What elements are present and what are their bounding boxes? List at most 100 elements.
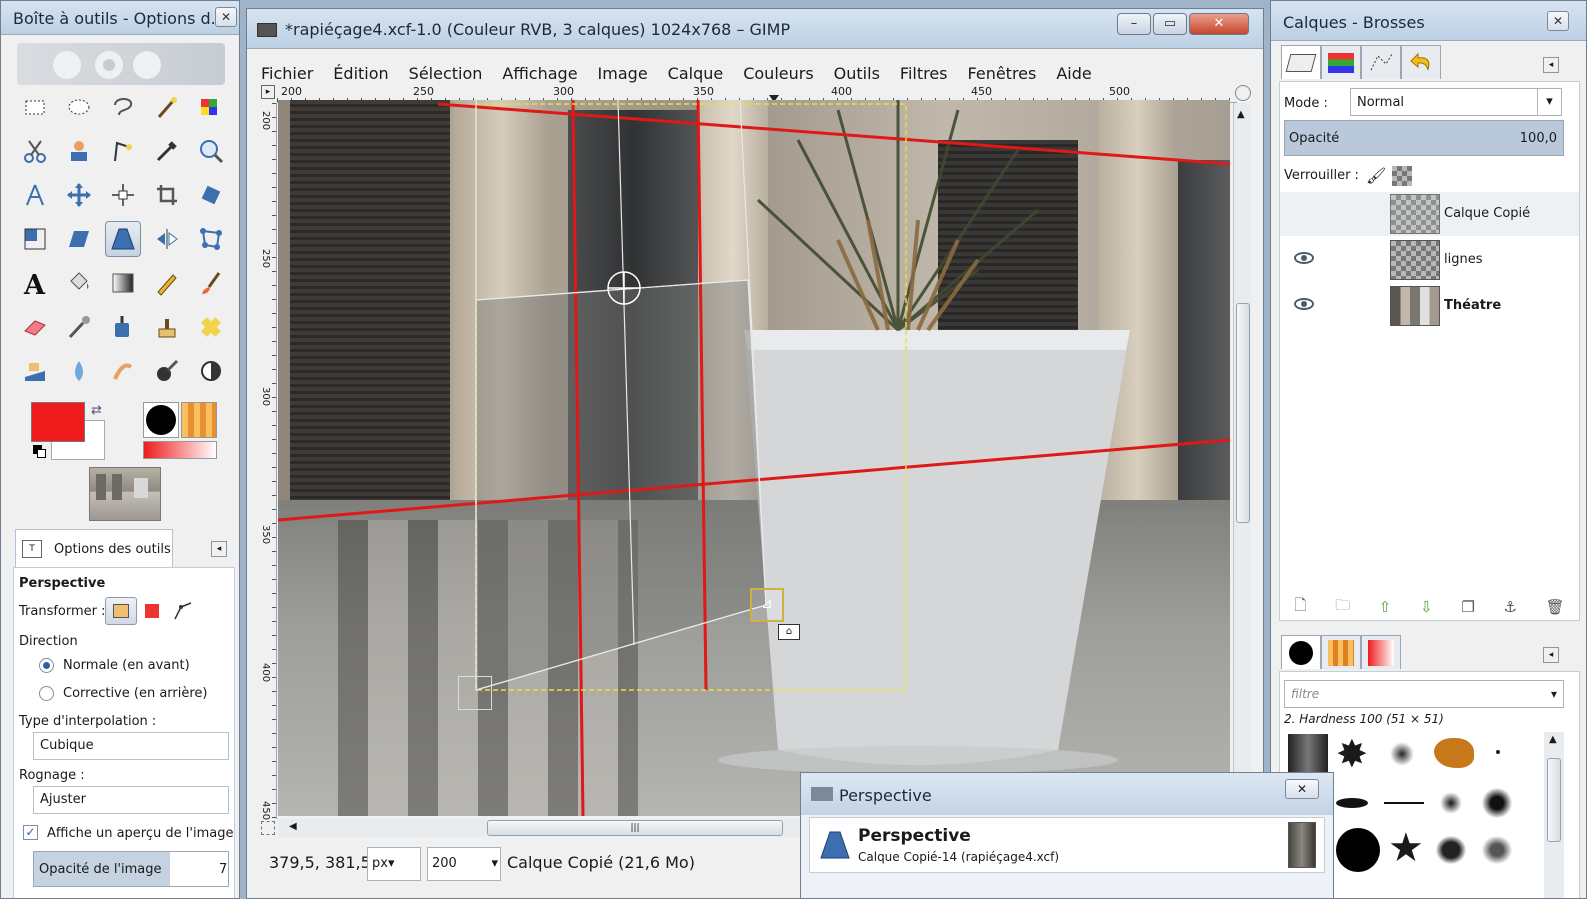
brush-scrollbar[interactable]: ▲	[1544, 732, 1564, 898]
transform-selection-button[interactable]	[141, 601, 163, 621]
foreground-color-swatch[interactable]	[31, 402, 85, 442]
color-select-icon[interactable]	[193, 89, 229, 125]
brush-item[interactable]	[1436, 836, 1466, 864]
dock-titlebar[interactable]: Calques - Brosses ✕	[1271, 1, 1586, 41]
tool-options-tab[interactable]: T Options des outils	[15, 529, 173, 567]
bucket-fill-icon[interactable]	[61, 265, 97, 301]
menu-couleurs[interactable]: Couleurs	[733, 57, 823, 87]
navigate-corner-icon[interactable]	[1235, 85, 1251, 101]
layer-row[interactable]: Calque Copié	[1280, 192, 1579, 236]
image-canvas[interactable]: ⊿ ⌂	[278, 100, 1230, 816]
transform-layer-button[interactable]	[105, 597, 137, 625]
crop-icon[interactable]	[149, 177, 185, 213]
brush-item[interactable]: ✸	[1336, 732, 1368, 776]
scroll-left-arrow[interactable]: ◀	[289, 821, 297, 832]
tab-channels[interactable]	[1321, 45, 1361, 79]
dock-close-button[interactable]: ✕	[1547, 11, 1569, 31]
perspective-clone-icon[interactable]	[17, 353, 53, 389]
brush-item[interactable]	[1336, 828, 1380, 872]
ink-icon[interactable]	[105, 309, 141, 345]
clone-icon[interactable]	[149, 309, 185, 345]
airbrush-icon[interactable]	[61, 309, 97, 345]
align-icon[interactable]	[105, 177, 141, 213]
menu-selection[interactable]: Sélection	[399, 57, 493, 87]
anchor-layer-icon[interactable]: ⚓	[1503, 598, 1516, 616]
flip-icon[interactable]	[149, 221, 185, 257]
tab-patterns[interactable]	[1321, 635, 1361, 669]
scale-icon[interactable]	[17, 221, 53, 257]
gradient-indicator[interactable]	[143, 441, 217, 459]
menu-fichier[interactable]: Fichier	[251, 57, 323, 87]
image-opacity-slider[interactable]: Opacité de l'image 70	[33, 851, 229, 887]
brush-item[interactable]: ★	[1388, 822, 1424, 874]
zoom-select[interactable]: 200 ▾	[427, 847, 501, 881]
image-titlebar[interactable]: *rapiéçage4.xcf-1.0 (Couleur RVB, 3 calq…	[247, 9, 1263, 49]
menu-calque[interactable]: Calque	[658, 57, 734, 87]
perspective-dialog-close-button[interactable]: ✕	[1285, 779, 1319, 799]
swap-colors-icon[interactable]: ⇄	[91, 403, 102, 418]
perspective-icon[interactable]	[105, 221, 141, 257]
shear-icon[interactable]	[61, 221, 97, 257]
brush-filter-input[interactable]: filtre ▾	[1284, 680, 1564, 708]
desaturate-icon[interactable]	[193, 353, 229, 389]
paths-icon[interactable]	[105, 133, 141, 169]
menu-affichage[interactable]: Affichage	[492, 57, 587, 87]
menu-image[interactable]: Image	[588, 57, 658, 87]
minimize-button[interactable]: –	[1117, 13, 1151, 35]
text-icon[interactable]: A	[17, 265, 53, 301]
brush-scroll-up-arrow[interactable]: ▲	[1549, 734, 1557, 745]
direction-forward-radio[interactable]	[39, 658, 54, 673]
layer-row[interactable]: lignes	[1280, 238, 1579, 282]
ellipse-select-icon[interactable]	[61, 89, 97, 125]
vertical-scrollbar[interactable]: ▲	[1233, 103, 1251, 819]
blend-icon[interactable]	[105, 265, 141, 301]
menu-outils[interactable]: Outils	[824, 57, 890, 87]
menu-fenetres[interactable]: Fenêtres	[958, 57, 1047, 87]
brush-item[interactable]	[1482, 836, 1512, 864]
rotate-icon[interactable]	[193, 177, 229, 213]
brush-item[interactable]	[1434, 738, 1474, 768]
heal-icon[interactable]	[193, 309, 229, 345]
transform-path-button[interactable]	[171, 599, 195, 623]
delete-layer-icon[interactable]: 🗑	[1546, 598, 1565, 616]
lower-layer-icon[interactable]: ⇩	[1420, 598, 1433, 616]
brush-indicator[interactable]	[143, 402, 179, 438]
new-layer-icon[interactable]: 🗋	[1294, 595, 1306, 620]
color-picker-icon[interactable]	[149, 133, 185, 169]
eye-icon[interactable]	[1294, 252, 1314, 264]
nav-corner-button[interactable]	[261, 821, 275, 835]
toolbox-close-button[interactable]: ✕	[215, 7, 237, 27]
menu-aide[interactable]: Aide	[1046, 57, 1101, 87]
fuzzy-select-icon[interactable]	[149, 89, 185, 125]
brush-item[interactable]	[1390, 742, 1414, 766]
menu-filtres[interactable]: Filtres	[890, 57, 958, 87]
brush-item[interactable]	[1496, 750, 1500, 754]
unit-select[interactable]: px▾	[367, 847, 421, 881]
tab-gradients[interactable]	[1361, 635, 1401, 669]
pencil-icon[interactable]	[149, 265, 185, 301]
rect-select-icon[interactable]	[17, 89, 53, 125]
brush-item[interactable]	[1440, 792, 1462, 814]
smudge-icon[interactable]	[105, 353, 141, 389]
transform-handle-bottom-left[interactable]	[458, 676, 492, 710]
tab-brushes[interactable]	[1281, 635, 1321, 669]
active-image-thumbnail[interactable]	[89, 467, 161, 521]
default-colors-icon[interactable]	[33, 445, 47, 459]
cage-transform-icon[interactable]	[193, 221, 229, 257]
mode-select[interactable]: Normal ▾	[1350, 88, 1562, 116]
clipping-select[interactable]: Ajuster	[33, 786, 229, 814]
brush-item[interactable]	[1336, 798, 1368, 808]
dodge-burn-icon[interactable]	[149, 353, 185, 389]
tab-undo[interactable]	[1401, 45, 1441, 79]
layer-row[interactable]: Théatre	[1280, 284, 1579, 328]
pattern-indicator[interactable]	[181, 402, 217, 438]
lasso-icon[interactable]	[105, 89, 141, 125]
brush-item[interactable]	[1384, 802, 1424, 804]
zoom-icon[interactable]	[193, 133, 229, 169]
vertical-ruler[interactable]: 200 250 300 350 400 450	[259, 103, 277, 820]
measure-icon[interactable]	[17, 177, 53, 213]
brush-scroll-thumb[interactable]	[1547, 758, 1561, 842]
tab-layers[interactable]	[1281, 45, 1321, 79]
direction-backward-radio[interactable]	[39, 686, 54, 701]
eraser-icon[interactable]	[17, 309, 53, 345]
